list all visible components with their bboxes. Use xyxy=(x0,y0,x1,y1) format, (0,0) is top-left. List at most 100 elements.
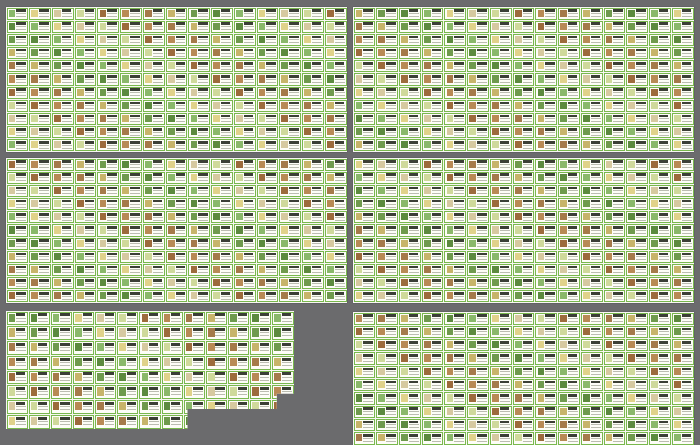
entry-description xyxy=(107,144,118,150)
entry-description xyxy=(408,105,419,110)
entry-card xyxy=(467,312,489,325)
entry-card xyxy=(120,60,142,73)
sheet-bottom-right xyxy=(353,312,694,445)
herb-image xyxy=(190,186,198,194)
entry-card xyxy=(50,400,72,414)
entry-title xyxy=(545,278,555,282)
entry-card xyxy=(256,171,279,184)
entry-description xyxy=(477,344,487,350)
entry-description xyxy=(499,331,510,336)
entry-title xyxy=(16,186,26,190)
entry-title xyxy=(454,239,464,243)
entry-card xyxy=(376,237,398,250)
entry-description xyxy=(16,269,27,274)
entry-card xyxy=(117,355,139,370)
herb-image xyxy=(213,101,220,109)
herb-image xyxy=(560,9,567,17)
herb-image xyxy=(141,372,149,381)
entry-description xyxy=(16,105,27,110)
entry-title xyxy=(567,380,578,384)
entry-description xyxy=(545,243,556,248)
entry-card xyxy=(324,139,347,152)
entry-card xyxy=(165,184,188,198)
entry-card xyxy=(233,211,256,224)
entry-card xyxy=(233,33,256,47)
entry-title xyxy=(149,313,159,317)
entry-card xyxy=(398,339,421,352)
entry-card xyxy=(421,379,444,392)
herb-image xyxy=(163,328,171,337)
herb-image xyxy=(469,239,477,247)
herb-image xyxy=(492,292,499,300)
entry-description xyxy=(215,361,226,368)
entry-card xyxy=(558,198,580,211)
entry-description xyxy=(289,78,300,84)
entry-title xyxy=(522,127,532,131)
herb-image xyxy=(651,252,658,260)
entry-title xyxy=(193,401,203,405)
entry-card xyxy=(6,263,29,277)
entry-description xyxy=(61,92,72,97)
herb-image xyxy=(583,434,590,442)
entry-title xyxy=(198,226,208,229)
entry-description xyxy=(681,269,692,274)
entry-description xyxy=(681,65,692,71)
entry-card xyxy=(649,112,671,126)
entry-title xyxy=(681,354,692,357)
entry-description xyxy=(243,243,254,248)
herb-image xyxy=(605,420,613,429)
entry-description xyxy=(39,39,49,44)
herb-image xyxy=(122,49,130,57)
entry-title xyxy=(363,35,373,39)
entry-title xyxy=(16,127,26,131)
herb-image xyxy=(560,367,567,375)
herb-image xyxy=(514,381,522,389)
entry-description xyxy=(613,424,624,429)
herb-image xyxy=(163,357,171,367)
entry-description xyxy=(126,391,137,397)
entry-card xyxy=(74,211,97,224)
herb-image xyxy=(583,160,590,168)
entry-card xyxy=(211,112,233,126)
herb-image xyxy=(167,49,175,57)
entry-card xyxy=(142,237,165,250)
herb-image xyxy=(236,292,243,300)
herb-image xyxy=(75,328,82,337)
entry-description xyxy=(243,105,254,110)
entry-card xyxy=(671,211,694,224)
entry-card xyxy=(535,277,558,290)
entry-description xyxy=(499,203,510,208)
entry-title xyxy=(454,22,464,26)
entry-card xyxy=(376,99,398,112)
herb-image xyxy=(446,9,454,17)
entry-title xyxy=(658,239,669,243)
entry-description xyxy=(613,384,624,390)
entry-description xyxy=(289,52,300,57)
entry-title xyxy=(84,239,95,243)
entry-title xyxy=(499,354,510,357)
herb-image xyxy=(75,416,82,426)
entry-description xyxy=(16,12,27,18)
entry-card xyxy=(74,237,97,250)
entry-card xyxy=(421,60,444,73)
entry-title xyxy=(454,199,464,203)
herb-image xyxy=(469,292,477,300)
entry-description xyxy=(613,131,624,137)
entry-description xyxy=(681,163,692,169)
entry-title xyxy=(613,265,623,269)
herb-image xyxy=(514,128,522,136)
entry-description xyxy=(590,78,601,84)
entry-title xyxy=(386,62,396,65)
entry-card xyxy=(142,198,165,211)
entry-title xyxy=(522,278,532,282)
entry-title xyxy=(613,101,623,105)
herb-image xyxy=(401,213,408,221)
herb-image xyxy=(281,114,289,123)
entry-card xyxy=(649,33,671,47)
entry-description xyxy=(681,26,692,31)
entry-card xyxy=(74,158,97,171)
herb-image xyxy=(258,62,266,70)
herb-image xyxy=(190,141,198,149)
entry-card xyxy=(188,20,211,33)
entry-card xyxy=(603,339,626,352)
